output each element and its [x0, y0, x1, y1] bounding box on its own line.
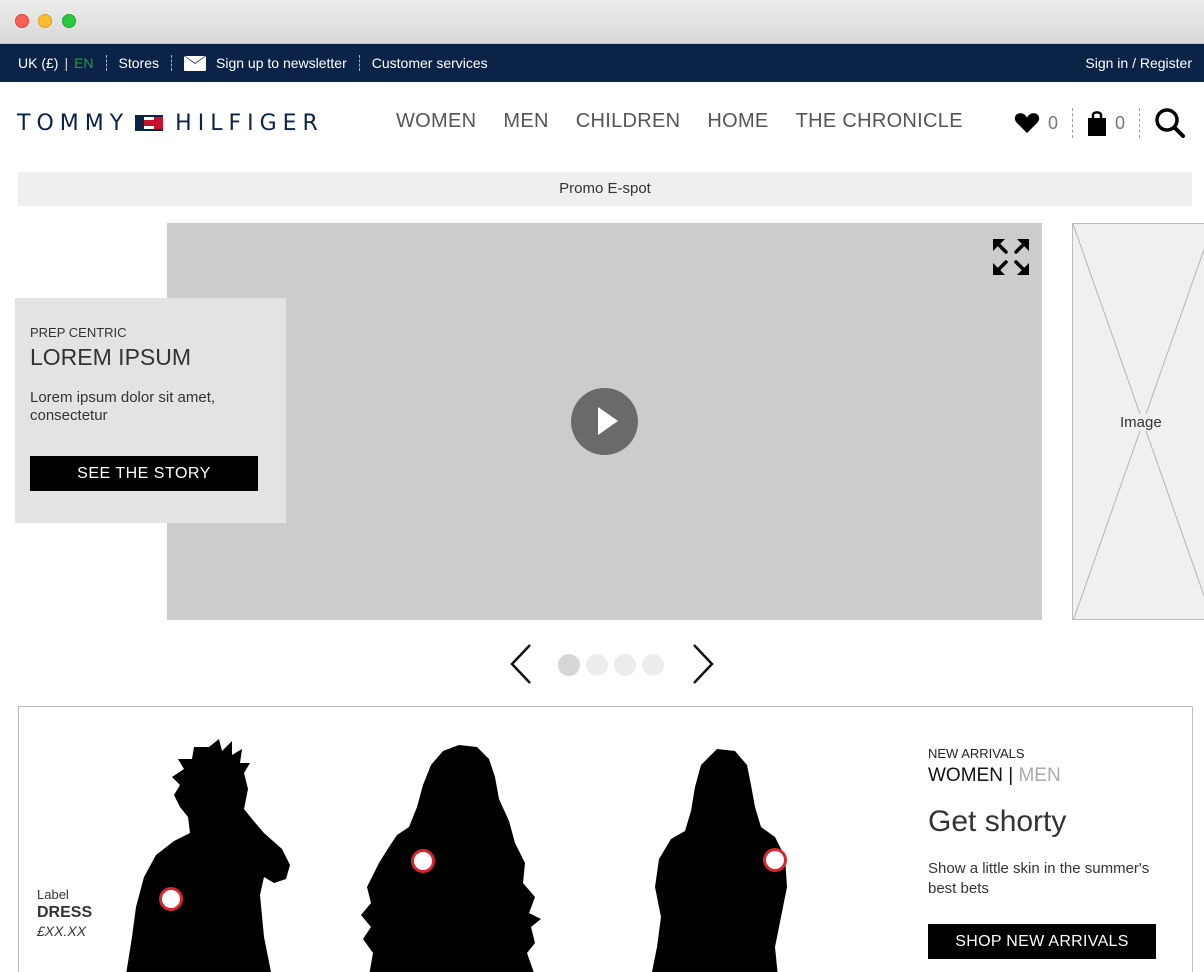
- promo-espot[interactable]: Promo E-spot: [18, 172, 1192, 206]
- language-selector[interactable]: EN: [74, 55, 93, 71]
- flag-icon: [135, 115, 164, 131]
- product-label-text: Label: [37, 887, 69, 902]
- shop-new-arrivals-button[interactable]: SHOP NEW ARRIVALS: [928, 924, 1156, 959]
- window-titlebar: [0, 0, 1204, 44]
- story-description: Lorem ipsum dolor sit amet, consectetur: [30, 389, 216, 424]
- gender-separator: |: [1008, 765, 1014, 786]
- divider: |: [64, 55, 69, 71]
- product-hotspot[interactable]: [159, 887, 183, 911]
- carousel-dot[interactable]: [614, 654, 636, 676]
- new-arrivals-description: Show a little skin in the summer's best …: [928, 860, 1150, 897]
- stores-link[interactable]: Stores: [119, 55, 159, 71]
- divider: [1072, 108, 1074, 138]
- divider: [358, 55, 360, 71]
- product-label[interactable]: Label DRESS £XX.XX: [37, 887, 92, 939]
- new-arrivals-headline: Get shorty: [928, 805, 1067, 838]
- sign-in-link[interactable]: Sign in / Register: [1085, 55, 1192, 71]
- chevron-right-icon[interactable]: [690, 643, 716, 685]
- brand-logo[interactable]: TOMMY HILFIGER: [17, 110, 324, 136]
- newsletter-link[interactable]: Sign up to newsletter: [216, 55, 347, 71]
- new-arrivals-section: Label DRESS £XX.XX NEW ARRIVALS WOMEN | …: [18, 706, 1193, 972]
- header-actions: 0 0: [1014, 104, 1186, 142]
- carousel-dot[interactable]: [586, 654, 608, 676]
- gender-men-tab[interactable]: MEN: [1018, 765, 1060, 786]
- chevron-left-icon[interactable]: [508, 643, 534, 685]
- play-icon[interactable]: [571, 388, 638, 455]
- expand-icon[interactable]: [993, 239, 1029, 275]
- divider: [1139, 108, 1141, 138]
- bag-count: 0: [1115, 112, 1126, 133]
- nav-item-the-chronicle[interactable]: THE CHRONICLE: [796, 110, 963, 133]
- carousel-dot[interactable]: [558, 654, 580, 676]
- logo-text-right: HILFIGER: [175, 110, 324, 136]
- product-name: DRESS: [37, 904, 93, 921]
- shopping-bag-icon[interactable]: [1087, 109, 1107, 137]
- nav-item-children[interactable]: CHILDREN: [576, 110, 681, 133]
- story-kicker: PREP CENTRIC: [30, 325, 127, 340]
- divider: [105, 55, 107, 71]
- nav-item-home[interactable]: HOME: [707, 110, 768, 133]
- story-title: LOREM IPSUM: [30, 344, 192, 370]
- close-window-button[interactable]: [15, 14, 29, 28]
- utility-bar: UK (£) | EN Stores Sign up to newsletter…: [0, 44, 1204, 82]
- main-navigation: WOMEN MEN CHILDREN HOME THE CHRONICLE: [396, 110, 990, 133]
- new-arrivals-copy: NEW ARRIVALS WOMEN | MEN Get shorty Show…: [928, 746, 1178, 959]
- wishlist-count: 0: [1048, 112, 1059, 133]
- heart-icon[interactable]: [1014, 112, 1040, 134]
- gender-toggle: WOMEN | MEN: [928, 765, 1178, 787]
- region-selector[interactable]: UK (£): [18, 55, 58, 71]
- product-price: £XX.XX: [37, 923, 87, 939]
- customer-services-link[interactable]: Customer services: [372, 55, 488, 71]
- divider: [171, 55, 173, 71]
- product-hotspot[interactable]: [411, 849, 435, 873]
- image-label: Image: [1118, 414, 1164, 431]
- zoom-window-button[interactable]: [62, 14, 76, 28]
- model-silhouette-1: [126, 739, 290, 972]
- nav-item-women[interactable]: WOMEN: [396, 110, 476, 133]
- carousel-dot[interactable]: [642, 654, 664, 676]
- model-silhouette-2: [361, 745, 541, 972]
- minimize-window-button[interactable]: [38, 14, 52, 28]
- search-icon[interactable]: [1154, 107, 1186, 139]
- hero-story-card: PREP CENTRIC LOREM IPSUM Lorem ipsum dol…: [15, 298, 286, 523]
- gender-women-tab[interactable]: WOMEN: [928, 765, 1003, 786]
- product-hotspot[interactable]: [763, 848, 787, 872]
- mail-icon: [184, 55, 207, 71]
- side-image-placeholder[interactable]: Image: [1072, 223, 1204, 620]
- new-arrivals-kicker: NEW ARRIVALS: [928, 746, 1025, 761]
- see-the-story-button[interactable]: SEE THE STORY: [30, 456, 258, 491]
- logo-text-left: TOMMY: [17, 110, 130, 136]
- nav-item-men[interactable]: MEN: [503, 110, 548, 133]
